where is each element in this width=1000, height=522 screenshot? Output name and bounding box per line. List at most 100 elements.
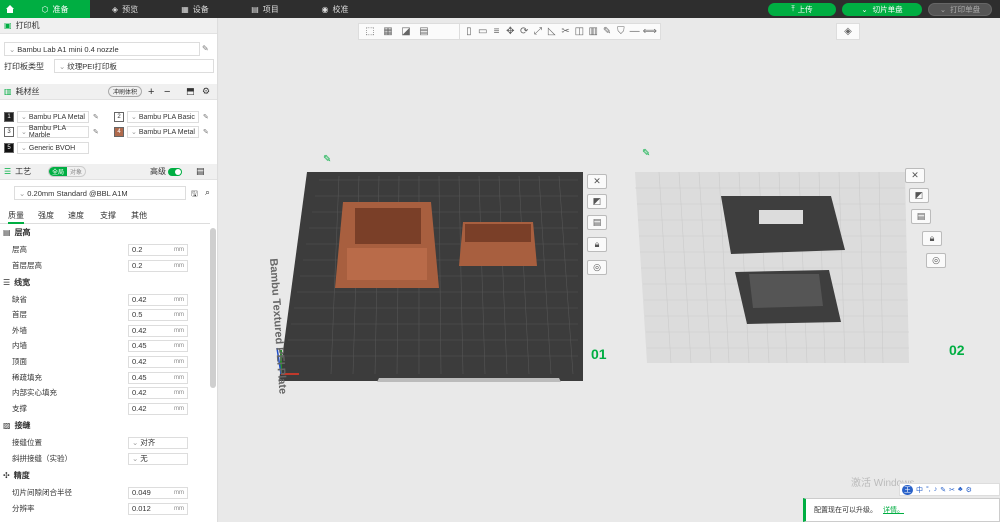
value-input[interactable]: 0.2 mm [128, 259, 188, 272]
3d-viewport[interactable]: ⬚ ▦ ◪ ▤ ▯ ▭ ≡ ✥ ⟳ ⤢ ◺ ✂ ◫ ▥ ✎ ⛉ — ⟺ ◈ Ba… [219, 18, 1000, 522]
ime-mode[interactable]: 中 [916, 485, 923, 495]
filament-slot-4[interactable]: 4 ⌄ Bambu PLA Metal ✎ [114, 126, 209, 138]
plate-2-arrange-button[interactable]: ▤ [911, 209, 931, 224]
value-input[interactable]: 0.42 mm [128, 324, 188, 337]
plate-1-arrange-button[interactable]: ▤ [587, 215, 607, 230]
plate-2-lock-button[interactable]: 🔒︎ [922, 231, 942, 246]
rename-plate-2-icon[interactable]: ✎ [642, 148, 650, 159]
value-input[interactable]: 0.42 mm [128, 386, 188, 399]
process-tabs: 质量 强度 速度 支撑 其他 [0, 208, 210, 224]
filament-color-swatch[interactable]: 3 [4, 127, 14, 137]
tab-other[interactable]: 其他 [131, 210, 147, 221]
filament-settings-icon[interactable]: ⚙ [202, 86, 210, 97]
home-button[interactable] [0, 0, 20, 18]
tab-quality[interactable]: 质量 [8, 210, 24, 224]
notification-text: 配置现在可以升级。 [814, 507, 877, 514]
value-input[interactable]: 0.049 mm [128, 486, 188, 499]
value-input[interactable]: 0.42 mm [128, 402, 188, 415]
value-input[interactable]: 0.42 mm [128, 355, 188, 368]
tab-support[interactable]: 支撑 [100, 210, 116, 221]
global-object-toggle[interactable]: 全局 对象 [48, 166, 87, 177]
filament-select[interactable]: ⌄ Generic BVOH [17, 142, 89, 154]
advanced-switch[interactable] [168, 167, 182, 176]
group-seam: ▨ 接缝 [3, 421, 31, 430]
arrange-icon: ▤ [592, 217, 602, 227]
filament-select[interactable]: ⌄ Bambu PLA Marble [17, 125, 89, 139]
notification-details-link[interactable]: 详情。 [883, 505, 904, 515]
plate-2-delete-button[interactable]: ✕ [905, 168, 925, 183]
edit-icon[interactable]: ✎ [93, 128, 99, 136]
settings-scrollbar[interactable] [210, 228, 216, 388]
seam-icon: ▨ [3, 421, 11, 430]
edit-printer-icon[interactable]: ✎ [202, 44, 209, 53]
ime-punct-icon[interactable]: °, [926, 486, 931, 493]
process-profile-select[interactable]: ⌄ 0.20mm Standard @BBL A1M [14, 186, 186, 200]
print-button[interactable]: ⌄ 打印单盘 [928, 2, 992, 16]
tab-speed[interactable]: 速度 [68, 210, 84, 221]
filament-color-swatch[interactable]: 4 [114, 127, 124, 137]
plate-2-orient-button[interactable]: ◩ [909, 188, 929, 203]
value-input[interactable]: 0.45 mm [128, 339, 188, 352]
scarf-seam-select[interactable]: ⌄ 无 [128, 452, 188, 465]
remove-filament-icon[interactable]: − [164, 86, 170, 98]
edit-icon[interactable]: ✎ [203, 113, 209, 121]
upload-icon: ⤒ [791, 4, 795, 13]
filament-slot-3[interactable]: 3 ⌄ Bambu PLA Marble ✎ [4, 125, 99, 139]
global-toggle[interactable]: 全局 [49, 167, 68, 176]
tab-device[interactable]: ▦ 设备 [160, 0, 230, 18]
filament-select[interactable]: ⌄ Bambu PLA Basic [127, 111, 199, 123]
value-input[interactable]: 0.42 mm [128, 293, 188, 306]
printer-select[interactable]: ⌄ Bambu Lab A1 mini 0.4 nozzle [4, 42, 200, 56]
plate-1-orient-button[interactable]: ◩ [587, 194, 607, 209]
ime-toolbar[interactable]: 王 中 °, ♪ ✎ ✂ ♣ ⚙ [899, 483, 1000, 496]
filament-slot-2[interactable]: 2 ⌄ Bambu PLA Basic ✎ [114, 111, 209, 123]
upload-button[interactable]: ⤒ 上传 [768, 2, 836, 16]
value-input[interactable]: 0.012 mm [128, 502, 188, 515]
setting-row: 支撑 0.42 mm [0, 401, 210, 416]
rename-plate-1-icon[interactable]: ✎ [323, 154, 331, 165]
plate-1-delete-button[interactable]: ✕ [587, 174, 607, 189]
edit-icon[interactable]: ✎ [93, 113, 99, 121]
slice-button[interactable]: ⌄ 切片单盘 [842, 2, 922, 16]
layers-icon: ◈ [111, 4, 119, 14]
ime-skin-icon[interactable]: ♣ [958, 486, 963, 493]
save-icon[interactable]: 🖫 [191, 188, 198, 202]
tab-prepare[interactable]: ⬡ 准备 [20, 0, 90, 18]
filament-select[interactable]: ⌄ Bambu PLA Metal [127, 126, 199, 138]
setting-row: 分辨率 0.012 mm [0, 501, 210, 516]
ime-mic-icon[interactable]: ♪ [934, 486, 938, 493]
filament-select[interactable]: ⌄ Bambu PLA Metal [17, 111, 89, 123]
ime-settings-icon[interactable]: ⚙ [966, 486, 972, 494]
plate-1-settings-button[interactable]: ◎ [587, 260, 607, 275]
filament-color-swatch[interactable]: 5 [4, 143, 14, 153]
plate-type-select[interactable]: ⌄ 纹理PEI打印板 [54, 59, 214, 73]
sync-filament-icon[interactable]: ⬒ [186, 86, 195, 97]
value-input[interactable]: 0.2 mm [128, 243, 188, 256]
tab-project[interactable]: ▤ 项目 [230, 0, 300, 18]
object-toggle[interactable]: 对象 [67, 167, 85, 176]
tab-strength[interactable]: 强度 [38, 210, 54, 221]
filament-slot-1[interactable]: 1 ⌄ Bambu PLA Metal ✎ [4, 111, 99, 123]
filament-color-swatch[interactable]: 2 [114, 112, 124, 122]
plate-1-number[interactable]: 01 [591, 346, 607, 362]
filament-slot-5[interactable]: 5 ⌄ Generic BVOH [4, 142, 89, 154]
value-input[interactable]: 0.5 mm [128, 308, 188, 321]
chevron-down-icon: ⌄ [132, 438, 139, 447]
add-filament-icon[interactable]: + [148, 86, 154, 98]
value-input[interactable]: 0.45 mm [128, 371, 188, 384]
ime-tools-icon[interactable]: ✂ [949, 486, 955, 494]
edit-icon[interactable]: ✎ [203, 128, 209, 136]
model-roof-1[interactable] [721, 196, 845, 254]
tab-calibrate[interactable]: ◉ 校准 [300, 0, 370, 18]
compare-icon[interactable]: ▤ [196, 166, 205, 177]
chevron-down-icon: ⌄ [132, 454, 139, 463]
search-icon[interactable]: ⌕ [205, 187, 210, 198]
plate-1-lock-button[interactable]: 🔒︎ [587, 237, 607, 252]
seam-position-select[interactable]: ⌄ 对齐 [128, 436, 188, 449]
plate-2-settings-button[interactable]: ◎ [926, 253, 946, 268]
tab-preview[interactable]: ◈ 预览 [90, 0, 160, 18]
flush-volume-button[interactable]: 冲刷体积 [108, 86, 143, 97]
filament-color-swatch[interactable]: 1 [4, 112, 14, 122]
ime-pen-icon[interactable]: ✎ [940, 486, 946, 494]
plate-2-number[interactable]: 02 [949, 342, 965, 358]
